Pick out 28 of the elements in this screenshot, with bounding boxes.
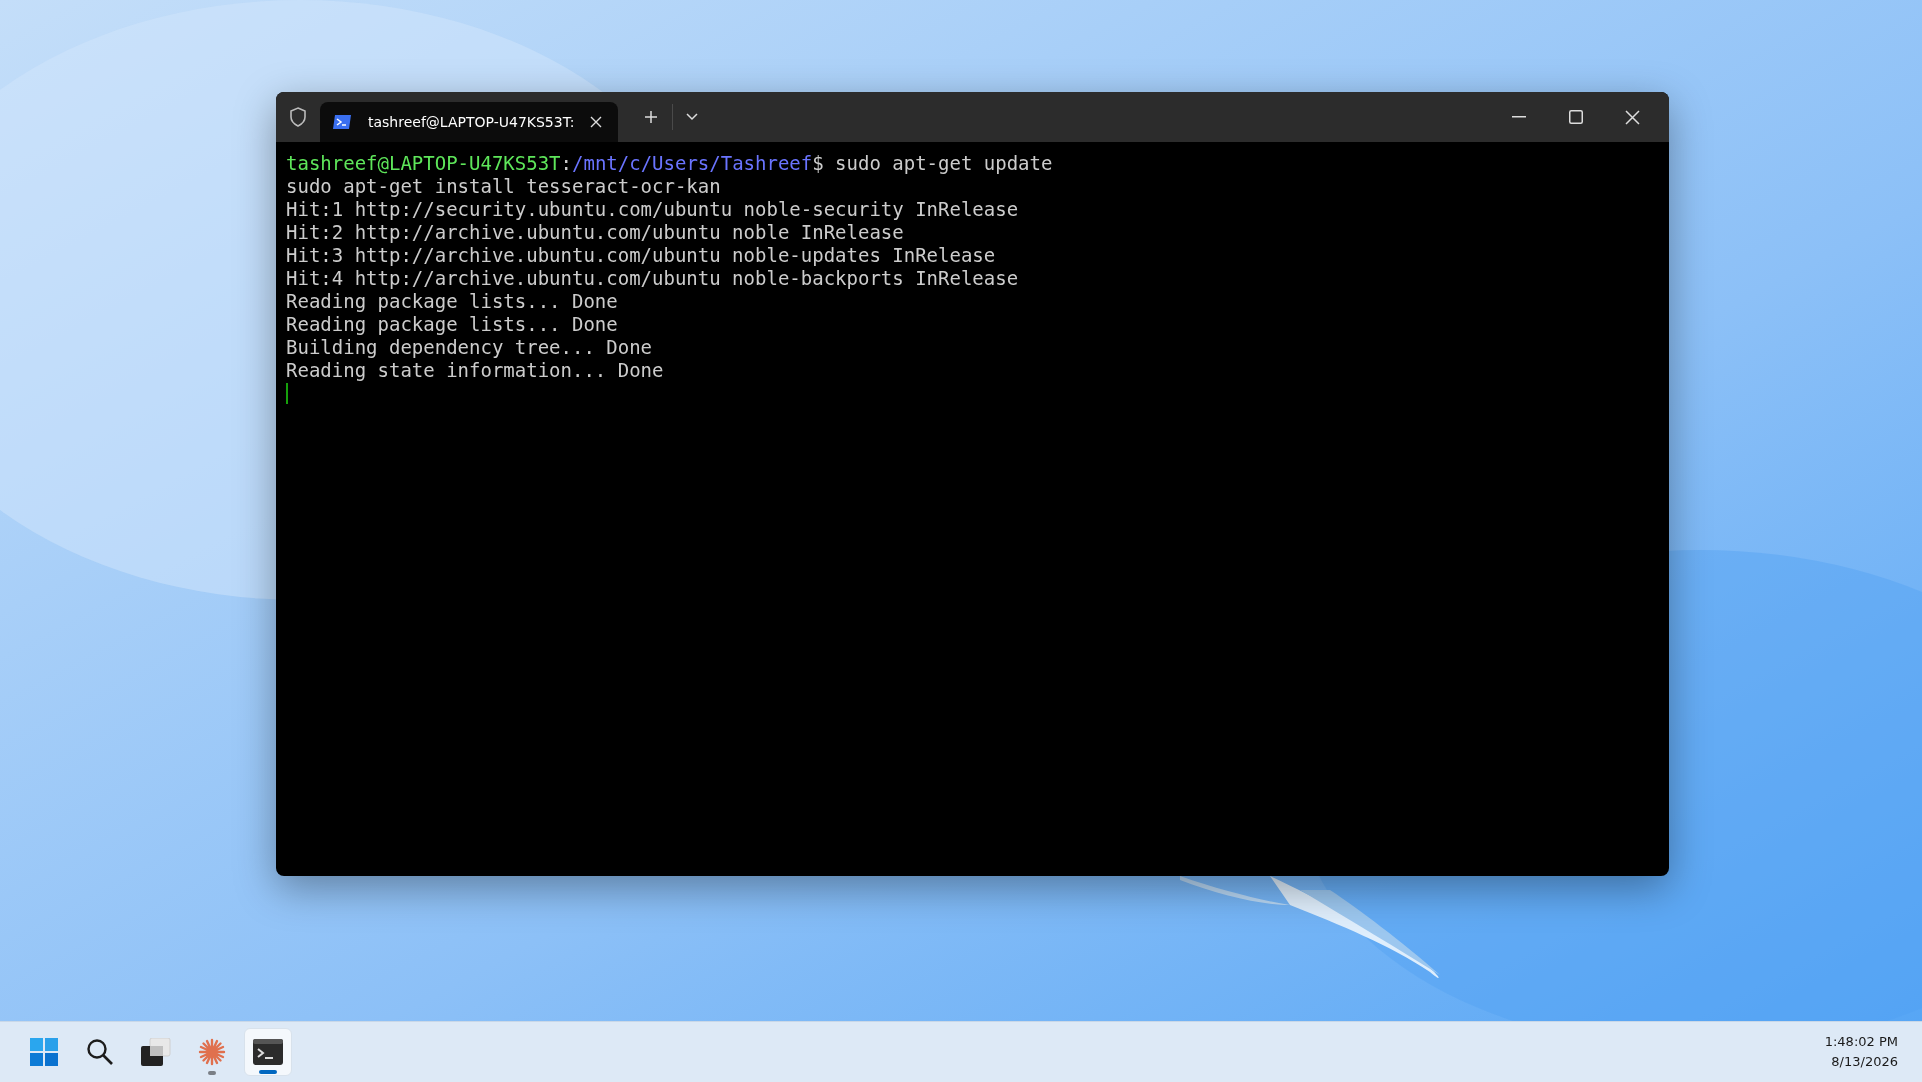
minimize-icon: [1511, 116, 1526, 118]
tab[interactable]: tashreef@LAPTOP-U47KS53T:: [320, 102, 618, 142]
text-cursor: [286, 383, 288, 404]
terminal-line: Reading package lists... Done: [286, 313, 618, 336]
terminal-line: tashreef@LAPTOP-U47KS53T:/mnt/c/Users/Tashreef$ sudo apt-get update: [286, 152, 1053, 175]
chevron-down-icon: [686, 113, 698, 121]
terminal-icon: [332, 114, 352, 130]
clock-date[interactable]: 8/13/2026: [1824, 1052, 1898, 1072]
terminal-line: Building dependency tree... Done: [286, 336, 653, 359]
terminal-line: Hit:1 http://security.ubuntu.com/ubuntu noble-security InRelease: [286, 198, 1019, 221]
terminal-line: Reading package lists... Done: [286, 290, 618, 313]
close-icon: [1625, 109, 1640, 125]
starburst-icon: [198, 1038, 226, 1066]
clock-time[interactable]: 1:48:02 PM: [1824, 1032, 1898, 1052]
tab-title: tashreef@LAPTOP-U47KS53T:: [368, 112, 576, 132]
terminal-line: Hit:3 http://archive.ubuntu.com/ubuntu noble-updates InRelease: [286, 244, 996, 267]
maximize-icon: [1568, 110, 1583, 124]
windows-logo-icon: [30, 1038, 58, 1066]
plus-icon: [644, 110, 658, 124]
terminal-icon: [253, 1039, 283, 1065]
terminal-line: Hit:2 http://archive.ubuntu.com/ubuntu noble InRelease: [286, 221, 904, 244]
overlapping-squares-icon: [141, 1038, 171, 1066]
search-icon: [86, 1038, 114, 1066]
close-tab-icon[interactable]: [590, 116, 602, 128]
terminal-line: sudo apt-get install tesseract-ocr-kan: [286, 175, 721, 198]
taskbar-button[interactable]: [244, 1028, 292, 1076]
terminal-line: Hit:4 http://archive.ubuntu.com/ubuntu noble-backports InRelease: [286, 267, 1019, 290]
terminal-line: Reading state information... Done: [286, 359, 664, 382]
